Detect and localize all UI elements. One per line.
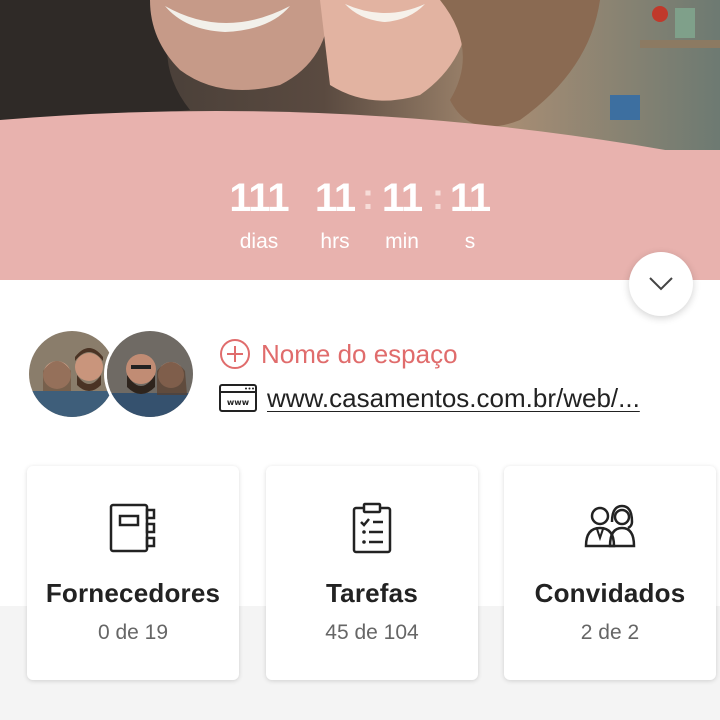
card-progress: 0 de 19 [97,621,169,644]
card-title: Tarefas [326,578,418,608]
tasks-clipboard-icon [266,502,478,559]
chevron-down-icon [649,277,673,291]
countdown: 111 dias 11 hrs : 11 min : 11 s [0,170,720,270]
expand-button[interactable] [629,252,693,316]
vendors-notebook-icon [27,502,239,559]
card-progress: 45 de 104 [325,621,419,644]
add-circle-icon [220,339,250,369]
svg-text:www: www [227,398,250,407]
card-title: Fornecedores [45,578,221,608]
add-venue-label: Nome do espaço [261,338,458,369]
guests-couple-icon [504,502,716,559]
website-url: www.casamentos.com.br/web/... [267,382,640,413]
countdown-seconds: 11 [449,176,491,220]
card-title: Convidados [534,578,686,608]
card-fornecedores[interactable]: Fornecedores 0 de 19 [27,466,239,680]
card-tarefas[interactable]: Tarefas 45 de 104 [266,466,478,680]
countdown-seconds-label: s [464,230,476,253]
card-progress: 2 de 2 [580,621,640,644]
card-convidados[interactable]: Convidados 2 de 2 [504,466,716,680]
wedding-website-link[interactable]: www www.casamentos.com.br/web/... [219,380,640,416]
website-icon: www [219,384,257,412]
cover-photo-header: 111 dias 11 hrs : 11 min : 11 s [0,0,720,280]
add-venue-link[interactable]: Nome do espaço [219,336,458,372]
avatar [104,328,196,420]
couple-avatars[interactable] [26,328,196,424]
